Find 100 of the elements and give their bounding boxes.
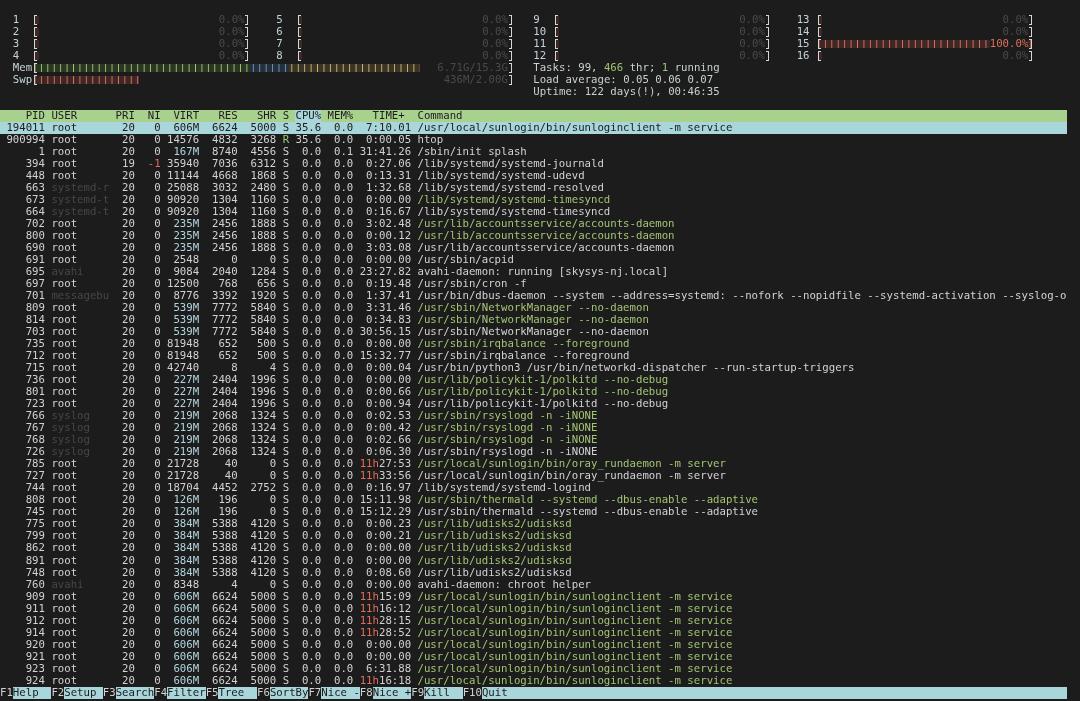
cpu-percent: 0.0 <box>301 506 322 519</box>
process-row[interactable]: 727 root 20 0 21728 40 0 S 0.0 0.0 11h33:56 /usr/local/sunlogin/bin/oray_rundaemon -m server <box>0 470 1067 483</box>
shared-memory-value: 5000 <box>250 614 277 627</box>
cpu-percent: 0.0 <box>301 362 322 375</box>
state-letter: S <box>282 218 290 231</box>
process-row[interactable]: 690 root 20 0 235M 2456 1888 S 0.0 0.0 3:03.08 /usr/lib/accountsservice/accounts-daemon <box>0 242 1067 255</box>
process-row[interactable]: 920 root 20 0 606M 6624 5000 S 0.0 0.0 0:00.00 /usr/local/sunlogin/bin/sunloginclient -m service <box>0 638 1067 651</box>
priority-value: 20 <box>122 206 135 219</box>
nice-value: 0 <box>154 230 161 243</box>
user-name: root <box>51 638 78 651</box>
process-row[interactable]: 785 root 20 0 21728 40 0 S 0.0 0.0 11h27:53 /usr/local/sunlogin/bin/oray_rundaemon -m server <box>0 458 1067 471</box>
column-header[interactable]: S <box>282 109 290 122</box>
process-row[interactable]: 712 root 20 0 81948 652 500 S 0.0 0.0 15:32.77 /usr/sbin/irqbalance --foreground <box>0 350 1067 363</box>
process-row[interactable]: 744 root 20 0 18704 4452 2752 S 0.0 0.0 0:16.97 /lib/systemd/systemd-logind <box>0 482 1067 495</box>
process-row[interactable]: 723 root 20 0 227M 2404 1996 S 0.0 0.0 0:00.94 /usr/lib/policykit-1/polkitd --no-debug <box>0 398 1067 411</box>
column-header[interactable]: RES <box>218 109 238 122</box>
command-line: avahi-daemon: chroot helper <box>417 578 591 591</box>
process-row[interactable]: 703 root 20 0 539M 7772 5840 S 0.0 0.0 30:56.15 /usr/sbin/NetworkManager --no-daemon <box>0 326 1067 339</box>
process-row[interactable]: 814 root 20 0 539M 7772 5840 S 0.0 0.0 0:34.83 /usr/sbin/NetworkManager --no-daemon <box>0 314 1067 327</box>
task-summary: Tasks: 99, 466 thr; 1 running <box>533 61 720 74</box>
command-line: /usr/local/sunlogin/bin/oray_rundaemon -m server <box>417 470 726 483</box>
resident-memory-value: 6624 <box>211 638 238 651</box>
process-row[interactable]: 909 root 20 0 606M 6624 5000 S 0.0 0.0 11h15:09 /usr/local/sunlogin/bin/sunloginclient -m service <box>0 590 1067 603</box>
process-row[interactable]: 702 root 20 0 235M 2456 1888 S 0.0 0.0 3:02.48 /usr/lib/accountsservice/accounts-daemon <box>0 218 1067 231</box>
memory-percent: 0.0 <box>334 662 354 675</box>
function-button[interactable]: Nice + <box>372 686 412 699</box>
process-row[interactable]: 921 root 20 0 606M 6624 5000 S 0.0 0.0 0:00.00 /usr/local/sunlogin/bin/sunloginclient -m service <box>0 650 1067 663</box>
nice-value: 0 <box>154 133 161 146</box>
column-header[interactable]: SHR <box>256 109 277 122</box>
priority-value: 20 <box>122 518 135 531</box>
column-header[interactable]: CPU% <box>295 109 322 122</box>
cpu-time: 15:32.77 <box>359 350 412 363</box>
process-row[interactable]: 924 root 20 0 606M 6624 5000 S 0.0 0.0 11h16:18 /usr/local/sunlogin/bin/sunloginclient -m service <box>0 674 1067 687</box>
function-button[interactable]: Search <box>115 686 155 699</box>
process-row[interactable]: 748 root 20 0 384M 5388 4120 S 0.0 0.0 0:08.60 /usr/lib/udisks2/udisksd <box>0 566 1067 579</box>
process-row[interactable]: 911 root 20 0 606M 6624 5000 S 0.0 0.0 11h16:12 /usr/local/sunlogin/bin/sunloginclient -m service <box>0 602 1067 615</box>
priority-value: 20 <box>122 133 135 146</box>
process-row[interactable]: 891 root 20 0 384M 5388 4120 S 0.0 0.0 0:00.00 /usr/lib/udisks2/udisksd <box>0 554 1067 567</box>
process-row[interactable]: 691 root 20 0 2548 0 0 S 0.0 0.0 0:00.00 /usr/sbin/acpid <box>0 254 1067 267</box>
virtual-memory-value: 227M <box>173 374 200 387</box>
function-key-label: F4 <box>154 686 168 699</box>
process-row[interactable]: 394 root 19 -1 35940 7036 6312 S 0.0 0.0 0:27.06 /lib/systemd/systemd-journald <box>0 158 1067 170</box>
user-name: root <box>51 398 78 411</box>
resident-memory-value: 196 <box>218 506 238 519</box>
process-row[interactable]: 808 root 20 0 126M 196 0 S 0.0 0.0 15:11.98 /usr/sbin/thermald --systemd --dbus-enable --adaptive <box>0 494 1067 507</box>
user-name: root <box>51 254 78 267</box>
memory-percent: 0.0 <box>334 254 354 267</box>
process-row[interactable]: 914 root 20 0 606M 6624 5000 S 0.0 0.0 11h28:52 /usr/local/sunlogin/bin/sunloginclient -m service <box>0 626 1067 639</box>
column-header[interactable]: MEM% <box>327 109 354 122</box>
process-row[interactable]: 697 root 20 0 12500 768 656 S 0.0 0.0 0:19.48 /usr/sbin/cron -f <box>0 278 1067 291</box>
priority-value: 20 <box>122 410 135 423</box>
cpu-time: 0:00.00 <box>366 578 412 591</box>
state-letter: R <box>282 133 290 146</box>
state-letter: S <box>282 254 290 267</box>
process-row[interactable]: 736 root 20 0 227M 2404 1996 S 0.0 0.0 0:00.00 /usr/lib/policykit-1/polkitd --no-debug <box>0 374 1067 387</box>
column-header[interactable]: PRI <box>115 109 135 122</box>
process-row[interactable]: 799 root 20 0 384M 5388 4120 S 0.0 0.0 0:00.21 /usr/lib/udisks2/udisksd <box>0 530 1067 543</box>
process-row[interactable]: 801 root 20 0 227M 2404 1996 S 0.0 0.0 0:00.66 /usr/lib/policykit-1/polkitd --no-debug <box>0 386 1067 399</box>
column-header[interactable]: TIME+ <box>372 109 405 122</box>
user-name: root <box>51 338 78 351</box>
process-row[interactable]: 900994 root 20 0 14576 4832 3268 R 35.6 0.0 0:00.05 htop <box>0 133 1067 146</box>
column-header[interactable]: Command <box>417 109 463 122</box>
cpu-percent: 0.0 <box>301 650 322 663</box>
process-row[interactable]: 923 root 20 0 606M 6624 5000 S 0.0 0.0 6:31.88 /usr/local/sunlogin/bin/sunloginclient -m service <box>0 662 1067 675</box>
process-row[interactable]: 912 root 20 0 606M 6624 5000 S 0.0 0.0 11h28:15 /usr/local/sunlogin/bin/sunloginclient -m service <box>0 614 1067 627</box>
process-row[interactable]: 800 root 20 0 235M 2456 1888 S 0.0 0.0 0:00.12 /usr/lib/accountsservice/accounts-daemon <box>0 230 1067 243</box>
cpu-percent: 0.0 <box>301 542 322 555</box>
state-letter: S <box>282 314 290 327</box>
process-id: 862 <box>25 542 45 555</box>
cpu-percent: 0.0 <box>301 674 322 687</box>
cpu-percent: 0.0 <box>301 578 322 591</box>
function-button[interactable]: Filter <box>167 686 206 699</box>
process-row[interactable]: 715 root 20 0 42740 8 4 S 0.0 0.0 0:00.04 /usr/bin/python3 /usr/bin/networkd-dispatcher --run-startup-triggers <box>0 362 1067 375</box>
shared-memory-value: 2752 <box>250 482 277 495</box>
column-header[interactable]: PID <box>25 109 45 122</box>
command-line: /usr/sbin/rsyslogd -n -iNONE <box>417 410 598 423</box>
process-row[interactable]: 745 root 20 0 126M 196 0 S 0.0 0.0 15:12.29 /usr/sbin/thermald --systemd --dbus-enable --adaptive <box>0 506 1067 519</box>
process-row[interactable]: 862 root 20 0 384M 5388 4120 S 0.0 0.0 0:00.00 /usr/lib/udisks2/udisksd <box>0 542 1067 555</box>
uptime-text: Uptime: 122 days(!), 00:46:35 <box>533 85 720 98</box>
column-header[interactable]: USER <box>51 109 78 122</box>
process-row[interactable]: 809 root 20 0 539M 7772 5840 S 0.0 0.0 3:31.46 /usr/sbin/NetworkManager --no-daemon <box>0 302 1067 315</box>
process-row[interactable]: 775 root 20 0 384M 5388 4120 S 0.0 0.0 0:00.23 /usr/lib/udisks2/udisksd <box>0 518 1067 531</box>
process-row[interactable]: 1 root 20 0 167M 8740 4556 S 0.0 0.1 31:41.26 /sbin/init splash <box>0 145 1067 158</box>
resident-memory-value: 2404 <box>211 374 238 387</box>
function-button[interactable]: Nice - <box>321 686 360 699</box>
command-line: /usr/local/sunlogin/bin/sunloginclient -m service <box>417 121 733 134</box>
user-name: root <box>51 133 78 146</box>
shared-memory-value: 5840 <box>250 314 277 327</box>
priority-value: 20 <box>122 626 135 639</box>
user-name: root <box>51 458 78 471</box>
cpu-percent: 0.0 <box>301 482 322 495</box>
column-header[interactable]: VIRT <box>173 109 200 122</box>
column-header[interactable]: NI <box>147 109 161 122</box>
priority-value: 20 <box>122 145 135 158</box>
process-row[interactable]: 448 root 20 0 11144 4668 1868 S 0.0 0.0 0:13.31 /lib/systemd/systemd-udevd <box>0 170 1067 182</box>
cpu-time: 3:02.48 <box>366 218 412 231</box>
process-row[interactable]: 735 root 20 0 81948 652 500 S 0.0 0.0 0:00.00 /usr/sbin/irqbalance --foreground <box>0 338 1067 351</box>
cpu-percent: 0.0 <box>301 518 322 531</box>
cpu-time: 0:27.06 <box>366 158 412 170</box>
shared-memory-value: 5000 <box>250 590 277 603</box>
